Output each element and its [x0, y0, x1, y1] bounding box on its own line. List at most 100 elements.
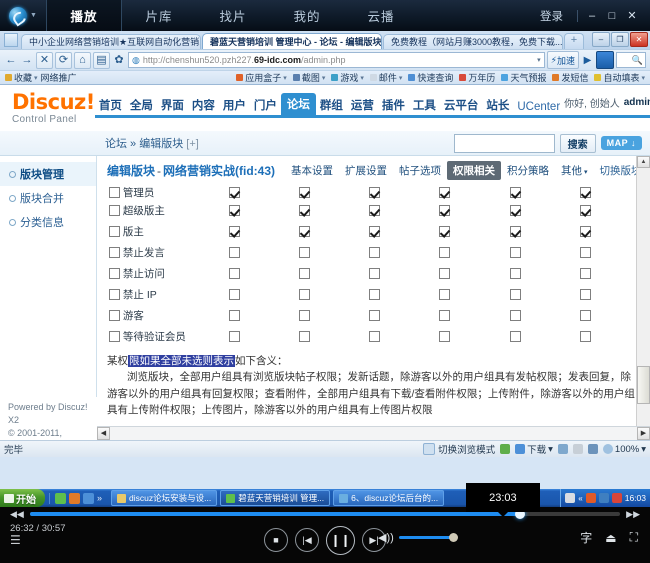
perm-checkbox[interactable]	[299, 246, 311, 258]
search-input[interactable]	[453, 133, 555, 153]
perm-checkbox[interactable]	[369, 186, 381, 198]
forward-icon[interactable]: →	[20, 53, 34, 68]
perm-checkbox[interactable]	[579, 204, 591, 216]
perm-checkbox[interactable]	[439, 330, 451, 342]
perm-checkbox[interactable]	[229, 288, 240, 300]
tray-icon-4[interactable]	[611, 493, 622, 503]
perm-checkbox[interactable]	[369, 246, 381, 258]
browser-tab-1[interactable]: 中小企业网络营销培训★互联网自动化营销...	[21, 34, 201, 49]
chevron-down-icon[interactable]: ▾	[360, 74, 364, 82]
perm-checkbox[interactable]	[579, 330, 591, 342]
row-checkbox[interactable]	[109, 268, 120, 279]
tab-credit-policy[interactable]: 积分策略	[501, 161, 555, 180]
favorites-menu[interactable]: 收藏 ▾	[5, 71, 38, 84]
browser-tab-3[interactable]: 免费教程（网站月赚3000教程，免费下载...	[383, 34, 563, 49]
chevron-down-icon[interactable]: ▾	[641, 74, 645, 82]
seek-forward-icon[interactable]: ▶▶	[626, 509, 640, 520]
perm-checkbox[interactable]	[439, 246, 451, 258]
player-tab-mine[interactable]: 我的	[270, 0, 344, 31]
player-login-button[interactable]: 登录	[530, 8, 573, 24]
nav-item-tools[interactable]: 工具	[409, 95, 440, 115]
chevron-down-icon[interactable]: ▾	[399, 74, 403, 82]
page-vertical-scrollbar[interactable]: ▲ ▼	[636, 156, 650, 445]
volume-handle[interactable]	[448, 533, 458, 542]
chevron-down-icon[interactable]: ▼	[30, 12, 37, 19]
player-minimize-icon[interactable]: –	[582, 10, 602, 22]
tray-icon-3[interactable]	[598, 493, 609, 503]
previous-button[interactable]: |◀	[295, 528, 319, 552]
nav-item-operation[interactable]: 运营	[347, 95, 378, 115]
perm-checkbox[interactable]	[509, 330, 521, 342]
perm-checkbox[interactable]	[229, 330, 240, 342]
perm-checkbox[interactable]	[439, 225, 451, 237]
nav-item-cloud[interactable]: 云平台	[440, 95, 483, 115]
nav-item-content[interactable]: 内容	[188, 95, 219, 115]
perm-checkbox[interactable]	[579, 225, 591, 237]
chevron-down-icon[interactable]: ▾	[641, 444, 646, 455]
row-checkbox[interactable]	[109, 289, 120, 300]
perm-checkbox[interactable]	[229, 267, 240, 279]
tab-others[interactable]: 其他	[555, 161, 593, 180]
taskbar-item-3[interactable]: 6、discuz论坛后台的...	[333, 490, 445, 506]
perm-checkbox[interactable]	[229, 309, 240, 321]
quick-launch-icon-1[interactable]	[55, 492, 66, 504]
nav-item-users[interactable]: 用户	[219, 95, 250, 115]
zoom-control[interactable]: 100% ▾	[602, 444, 646, 455]
pause-button[interactable]: ❙❙	[326, 525, 355, 555]
new-tab-button[interactable]: +	[564, 33, 584, 49]
perm-checkbox[interactable]	[509, 267, 521, 279]
chevron-down-icon[interactable]: ▾	[34, 74, 38, 82]
row-checkbox[interactable]	[109, 331, 120, 342]
favbar-calendar[interactable]: 万年历	[459, 71, 495, 84]
sidebar-item-forum-manage[interactable]: 版块管理	[0, 162, 96, 186]
start-button[interactable]: 开始	[0, 489, 45, 507]
row-checkbox[interactable]	[109, 187, 120, 198]
browser-close-button[interactable]: ✕	[630, 32, 648, 47]
discuz-logo[interactable]: Discuz! Control Panel	[0, 85, 95, 131]
nav-item-forum[interactable]: 论坛	[280, 93, 316, 115]
tab-list-icon[interactable]	[4, 33, 18, 47]
perm-checkbox[interactable]	[439, 267, 451, 279]
scroll-up-button[interactable]: ▲	[637, 156, 650, 168]
row-checkbox[interactable]	[109, 247, 120, 258]
player-logo[interactable]: ▼	[0, 6, 46, 25]
nav-item-ucenter[interactable]: UCenter	[513, 99, 564, 115]
browser-minimize-button[interactable]: –	[592, 32, 610, 47]
map-button[interactable]: MAP ↓	[600, 136, 642, 150]
stop-icon[interactable]: ✕	[36, 51, 53, 69]
perm-checkbox[interactable]	[299, 186, 311, 198]
perm-checkbox[interactable]	[369, 267, 381, 279]
toolbar-extension-icon[interactable]	[596, 51, 614, 69]
perm-checkbox[interactable]	[369, 204, 381, 216]
perm-checkbox[interactable]	[229, 204, 240, 216]
scroll-right-button[interactable]: ▶	[637, 427, 650, 440]
perm-checkbox[interactable]	[229, 246, 240, 258]
favbar-quicksearch[interactable]: 快速查询	[408, 71, 453, 84]
perm-checkbox[interactable]	[509, 288, 521, 300]
volume-slider[interactable]	[398, 533, 458, 542]
row-checkbox[interactable]	[109, 226, 120, 237]
perm-checkbox[interactable]	[299, 204, 311, 216]
perm-checkbox[interactable]	[299, 288, 311, 300]
taskbar-item-1[interactable]: discuz论坛安装与设...	[111, 490, 218, 506]
playlist-icon[interactable]: ☰	[10, 533, 21, 547]
perm-checkbox[interactable]	[509, 225, 521, 237]
perm-checkbox[interactable]	[299, 225, 311, 237]
favbar-sms[interactable]: 发短信	[552, 71, 588, 84]
perm-checkbox[interactable]	[439, 309, 451, 321]
browser-search-input[interactable]: 🔍	[616, 52, 646, 68]
chevron-down-icon[interactable]: ▾	[322, 74, 326, 82]
tab-permissions[interactable]: 权限相关	[447, 161, 502, 180]
perm-checkbox[interactable]	[369, 225, 381, 237]
favorites-star-icon[interactable]: ✿	[112, 53, 126, 68]
tray-overflow[interactable]: «	[578, 494, 582, 503]
nav-item-plugins[interactable]: 插件	[378, 95, 409, 115]
perm-checkbox[interactable]	[509, 186, 521, 198]
tray-icon-1[interactable]	[565, 493, 576, 503]
perm-checkbox[interactable]	[229, 225, 240, 237]
eject-icon[interactable]: ⏏	[605, 531, 616, 545]
player-tab-find[interactable]: 找片	[196, 0, 270, 31]
perm-checkbox[interactable]	[439, 186, 451, 198]
tab-extended-settings[interactable]: 扩展设置	[339, 161, 393, 180]
player-maximize-icon[interactable]: □	[602, 10, 622, 22]
